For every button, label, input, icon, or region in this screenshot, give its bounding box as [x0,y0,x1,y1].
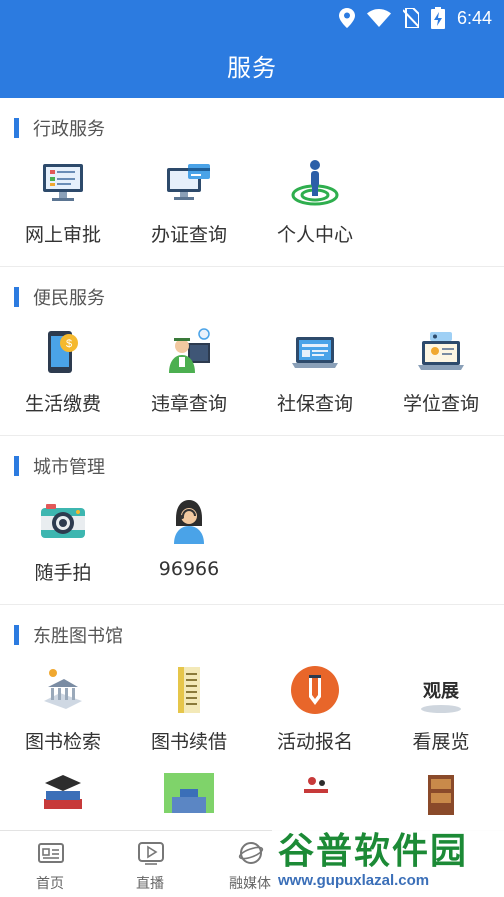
hotline-operator-icon [174,500,204,544]
section-header: 行政服务 [0,98,504,158]
service-label: 图书续借 [150,731,227,753]
pencil-badge-icon [291,666,339,714]
traffic-officer-icon [169,328,210,373]
book-renew-icon [178,667,200,713]
tab-home[interactable]: 首页 [0,831,100,897]
section-header: 东胜图书馆 [0,605,504,665]
watermark-url: www.gupuxlazal.com [278,872,430,889]
service-label: 活动报名 [276,731,353,753]
service-certificate-query[interactable]: 办证查询 [126,158,252,266]
tab-label: 首页 [36,876,64,892]
service-online-approval[interactable]: 网上审批 [0,158,126,266]
service-tile-partial[interactable] [0,773,126,830]
library-building-icon [164,773,214,813]
news-icon [38,843,64,863]
service-label: 生活缴费 [24,393,101,415]
service-book-renewal[interactable]: 图书续借 [126,665,252,773]
section-title: 行政服务 [33,119,105,140]
section-header: 城市管理 [0,436,504,496]
service-hotline[interactable]: 96966 [126,496,252,604]
globe-icon [238,842,264,864]
service-utility-payment[interactable]: $ 生活缴费 [0,327,126,435]
watermark-title: 谷普软件园 [278,831,469,872]
status-icons: 6:44 [338,6,492,30]
app-header: 6:44 服务 [0,0,504,98]
service-exhibition[interactable]: 观展 看展览 [378,665,504,773]
graduation-books-icon [44,775,82,809]
service-label: 网上审批 [24,224,101,246]
section-title: 东胜图书馆 [33,626,123,647]
person-target-icon [291,160,339,206]
service-violation-query[interactable]: 违章查询 [126,327,252,435]
library-search-icon [44,669,82,709]
section-title: 城市管理 [33,457,105,478]
service-book-search[interactable]: 图书检索 [0,665,126,773]
service-label: 随手拍 [34,562,92,584]
page-title: 服务 [227,54,277,82]
tab-label: 直播 [136,876,164,892]
wifi-icon [366,9,391,27]
camera-icon [41,504,85,538]
phone-payment-icon: $ [48,331,78,373]
laptop-insurance-icon [292,337,338,368]
computer-approval-icon [43,164,83,201]
service-label: 96966 [158,558,220,580]
section-dongsheng-library: 东胜图书馆 图书检索 图书续借 活动报名 观展 看展览 [0,605,504,830]
service-label: 图书检索 [24,731,101,753]
section-accent-bar [14,118,19,138]
tab-live[interactable]: 直播 [100,831,200,897]
service-snapshot-report[interactable]: 随手拍 [0,496,126,604]
service-label: 学位查询 [402,393,479,415]
battery-charging-icon [430,7,445,29]
svg-text:$: $ [66,338,72,350]
location-icon [338,8,355,28]
section-accent-bar [14,625,19,645]
section-admin-services: 行政服务 网上审批 办证查询 个人中心 [0,98,504,267]
service-event-signup[interactable]: 活动报名 [252,665,378,773]
section-title: 便民服务 [33,288,105,309]
card-query-icon [167,164,210,200]
watermark: 谷普软件园 www.gupuxlazal.com [272,816,504,896]
service-label: 办证查询 [150,224,227,246]
no-sim-icon [402,8,419,28]
service-label: 违章查询 [150,393,227,415]
section-accent-bar [14,456,19,476]
service-content[interactable]: 行政服务 网上审批 办证查询 个人中心 便民服务 $ 生活缴费 违章查询 社保查… [0,98,504,830]
service-label: 个人中心 [276,224,353,246]
service-tile-partial[interactable] [126,773,252,830]
exhibition-sign-icon: 观展 [421,681,461,713]
section-accent-bar [14,287,19,307]
section-header: 便民服务 [0,267,504,327]
service-personal-center[interactable]: 个人中心 [252,158,378,266]
service-label: 看展览 [412,731,470,753]
status-bar: 6:44 [0,0,504,36]
status-time: 6:44 [456,7,492,28]
service-degree-query[interactable]: 学位查询 [378,327,504,435]
laptop-profile-icon [418,332,464,370]
section-convenience-services: 便民服务 $ 生活缴费 违章查询 社保查询 学位查询 [0,267,504,436]
svg-text:观展: 观展 [423,681,460,702]
service-label: 社保查询 [276,393,353,415]
section-city-management: 城市管理 随手拍 96966 [0,436,504,605]
service-social-insurance[interactable]: 社保查询 [252,327,378,435]
play-icon [138,842,164,865]
